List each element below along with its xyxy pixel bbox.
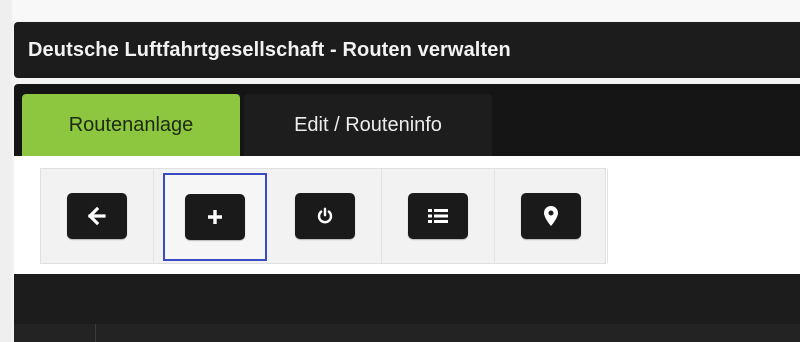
tab-edit-routeninfo[interactable]: Edit / Routeninfo — [244, 94, 492, 156]
toolbar-cell-power — [269, 169, 382, 263]
map-marker-icon — [544, 206, 558, 226]
tab-bar: Routenanlage Edit / Routeninfo — [14, 84, 800, 156]
list-button[interactable] — [408, 193, 468, 239]
toolbar-panel — [14, 156, 800, 274]
table-header-row — [14, 324, 800, 342]
location-button[interactable] — [521, 193, 581, 239]
content-header-bar — [14, 274, 800, 324]
page: Deutsche Luftfahrtgesellschaft - Routen … — [0, 0, 800, 342]
top-strip — [0, 0, 800, 21]
page-title: Deutsche Luftfahrtgesellschaft - Routen … — [28, 38, 511, 61]
toolbar-cell-back — [41, 169, 154, 263]
power-icon — [317, 207, 333, 224]
tab-label: Edit / Routeninfo — [294, 113, 442, 136]
toolbar-button-group — [40, 168, 608, 264]
window-title-bar: Deutsche Luftfahrtgesellschaft - Routen … — [14, 22, 800, 78]
add-button[interactable] — [185, 194, 245, 240]
list-icon — [428, 209, 448, 223]
tab-label: Routenanlage — [68, 113, 194, 136]
table-header-cell — [14, 324, 96, 342]
toolbar-cell-add — [163, 173, 267, 261]
left-gutter — [0, 0, 12, 342]
toolbar-cell-list — [382, 169, 495, 263]
arrow-left-icon — [88, 207, 106, 225]
tab-routenanlage[interactable]: Routenanlage — [22, 94, 240, 156]
power-button[interactable] — [295, 193, 355, 239]
plus-icon — [208, 210, 222, 224]
back-button[interactable] — [67, 193, 127, 239]
toolbar-cell-location — [495, 169, 608, 263]
